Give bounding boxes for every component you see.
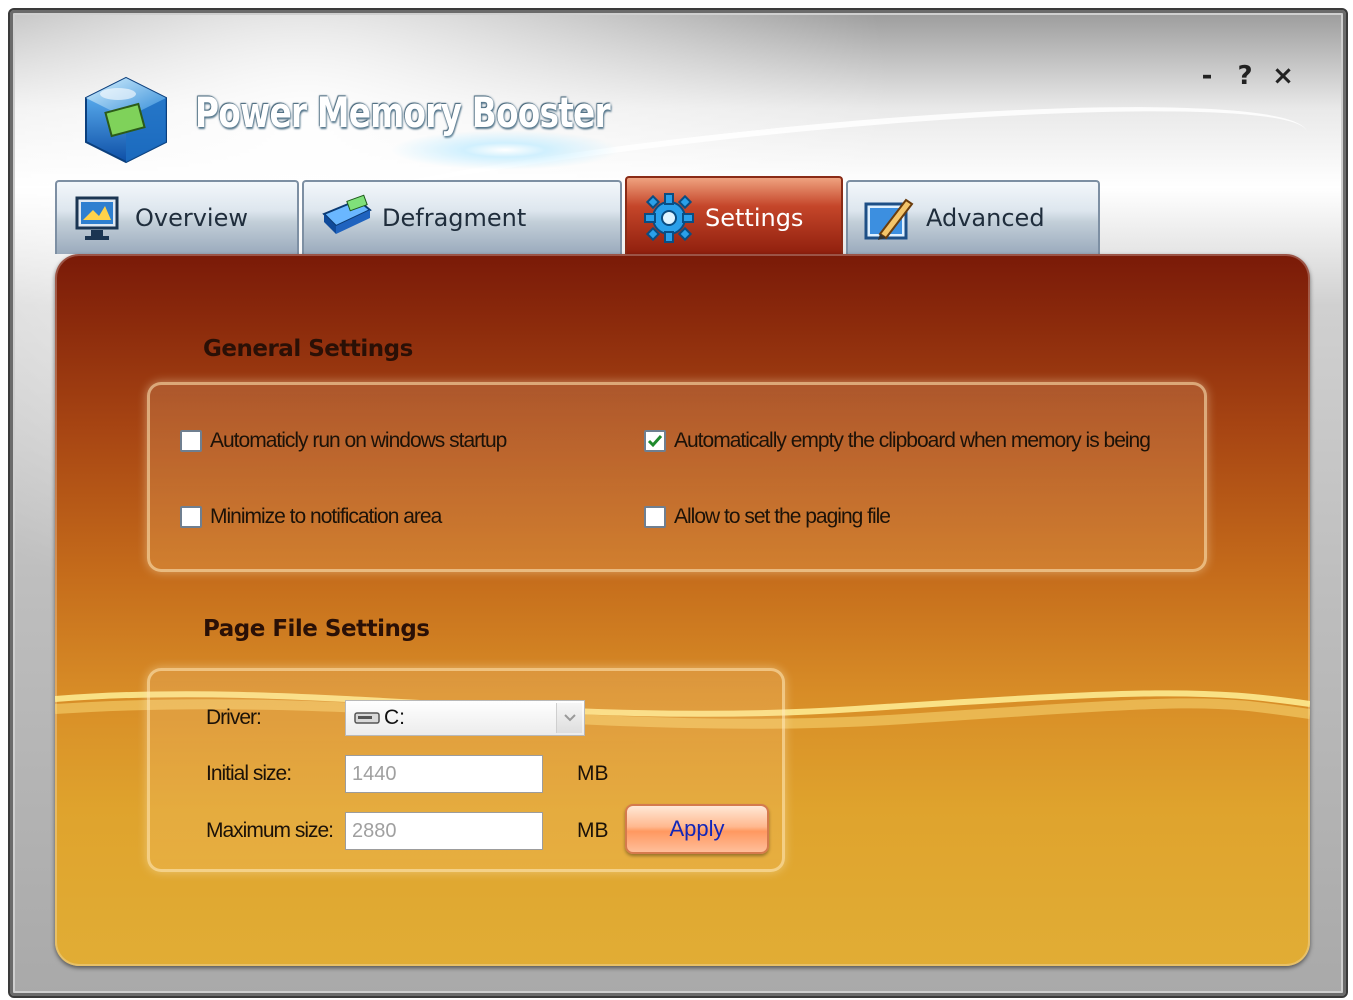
driver-select[interactable]: C: bbox=[345, 700, 585, 736]
paging-file-label: Allow to set the paging file bbox=[674, 505, 891, 528]
general-settings-group: Automaticly run on windows startup Autom… bbox=[147, 382, 1207, 572]
maximum-size-label: Maximum size: bbox=[206, 819, 334, 842]
general-settings-title: General Settings bbox=[203, 336, 413, 362]
tab-label: Defragment bbox=[382, 204, 527, 232]
pen-tool-icon bbox=[864, 198, 914, 240]
apply-button[interactable]: Apply bbox=[625, 804, 769, 854]
minimize-button[interactable]: - bbox=[1196, 62, 1218, 90]
auto-startup-option[interactable]: Automaticly run on windows startup bbox=[180, 429, 507, 453]
paging-file-checkbox[interactable] bbox=[644, 506, 666, 528]
minimize-tray-checkbox[interactable] bbox=[180, 506, 202, 528]
app-title: Power Memory Booster bbox=[195, 88, 611, 137]
tab-label: Advanced bbox=[926, 204, 1045, 232]
minimize-tray-label: Minimize to notification area bbox=[210, 505, 442, 528]
paging-file-option[interactable]: Allow to set the paging file bbox=[644, 505, 891, 529]
initial-size-label: Initial size: bbox=[206, 762, 292, 785]
window-controls: - ? × bbox=[1196, 62, 1294, 90]
driver-value: C: bbox=[384, 706, 405, 729]
minimize-tray-option[interactable]: Minimize to notification area bbox=[180, 505, 442, 529]
tab-advanced[interactable]: Advanced bbox=[846, 180, 1100, 254]
maximum-size-unit: MB bbox=[577, 819, 609, 842]
app-logo-icon bbox=[85, 76, 167, 164]
tab-defragment[interactable]: Defragment bbox=[302, 180, 622, 254]
drive-icon bbox=[354, 712, 380, 724]
close-button[interactable]: × bbox=[1272, 62, 1294, 90]
gear-icon bbox=[644, 193, 694, 243]
chevron-down-icon[interactable] bbox=[556, 703, 582, 733]
tab-overview[interactable]: Overview bbox=[55, 180, 299, 254]
clear-clipboard-checkbox[interactable] bbox=[644, 430, 666, 452]
initial-size-unit: MB bbox=[577, 762, 609, 785]
clear-clipboard-label: Automatically empty the clipboard when m… bbox=[674, 429, 1151, 452]
help-button[interactable]: ? bbox=[1234, 62, 1256, 90]
auto-startup-checkbox[interactable] bbox=[180, 430, 202, 452]
driver-label: Driver: bbox=[206, 706, 262, 729]
maximum-size-input[interactable]: 2880 bbox=[345, 812, 543, 850]
tab-settings[interactable]: Settings bbox=[625, 176, 843, 258]
memory-module-icon bbox=[322, 194, 372, 234]
auto-startup-label: Automaticly run on windows startup bbox=[210, 429, 507, 452]
monitor-icon bbox=[75, 196, 119, 240]
initial-size-input[interactable]: 1440 bbox=[345, 755, 543, 793]
tab-label: Settings bbox=[705, 204, 804, 232]
page-file-settings-title: Page File Settings bbox=[203, 616, 430, 642]
tab-label: Overview bbox=[135, 204, 248, 232]
settings-panel: General Settings Automaticly run on wind… bbox=[55, 254, 1310, 966]
checkmark-icon bbox=[647, 435, 663, 448]
clear-clipboard-option[interactable]: Automatically empty the clipboard when m… bbox=[644, 429, 1151, 453]
